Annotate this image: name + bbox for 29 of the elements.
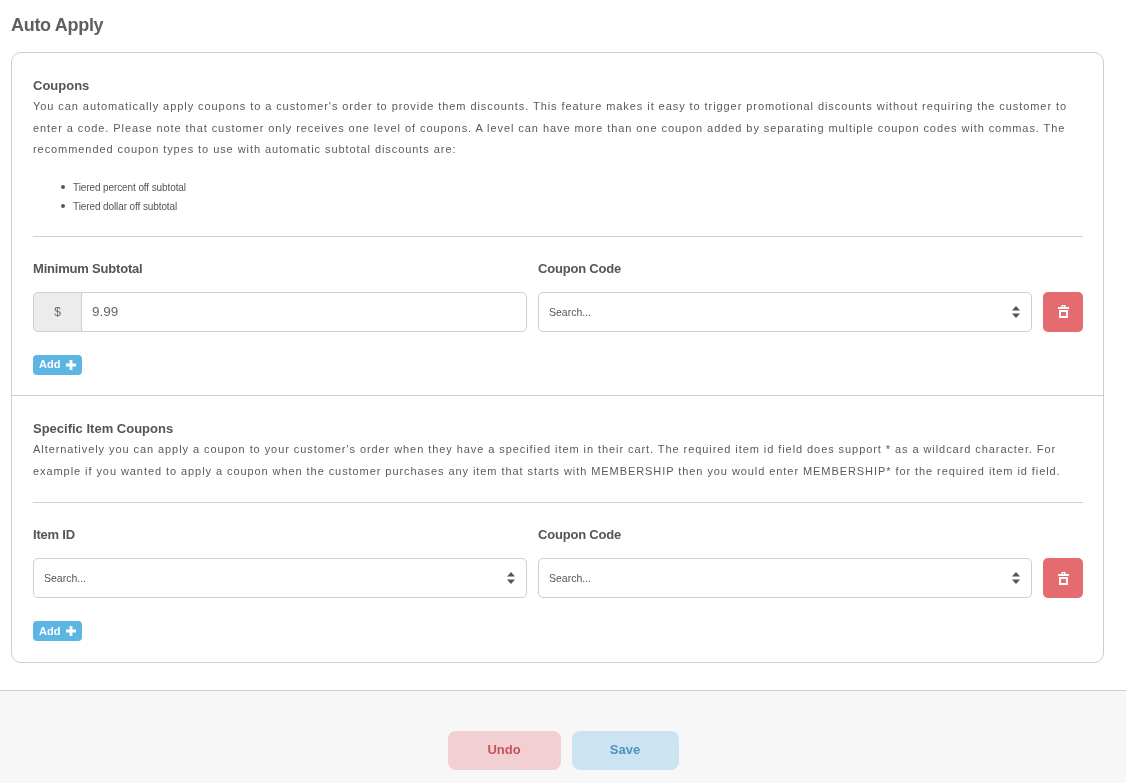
plus-icon: [66, 626, 77, 636]
plus-icon: [66, 359, 77, 370]
section-heading: Specific Item Coupons: [33, 420, 175, 438]
currency-addon: $: [33, 291, 82, 332]
sort-caret-icon: [1012, 305, 1020, 318]
field-label: Minimum Subtotal: [33, 259, 144, 278]
search-select[interactable]: Search...: [538, 291, 1032, 332]
delete-button[interactable]: [1043, 558, 1083, 598]
bullet-item: Tiered percent off subtotal: [73, 180, 186, 195]
section-heading: Coupons: [33, 77, 91, 95]
search-select[interactable]: Search...: [538, 558, 1032, 598]
sort-caret-icon: [1012, 572, 1020, 584]
section-description: You can automatically apply coupons to a customer's order to provide them discounts. This feature makes it easy to trigger promotional discounts without requiring the customer to enter a code. Please note that customer only receives one level of coupons. A level can have more than one coupon added by separating multiple coupon codes with commas. The recommended coupon types to use with automatic subtotal discounts are:: [33, 99, 1069, 157]
bullet-item: Tiered dollar off subtotal: [73, 199, 178, 214]
bullet-icon: [61, 204, 65, 208]
add-button[interactable]: Add: [33, 354, 83, 375]
trash-icon: [1057, 571, 1069, 585]
delete-button[interactable]: [1043, 291, 1083, 332]
page-title: Auto Apply: [11, 14, 104, 36]
search-select[interactable]: Search...: [33, 558, 527, 598]
trash-icon: [1057, 305, 1069, 318]
bullet-icon: [61, 185, 65, 189]
add-button[interactable]: Add: [33, 621, 83, 641]
field-label: Item ID: [33, 526, 76, 544]
field-label: Coupon Code: [538, 526, 622, 544]
section-description: Alternatively you can apply a coupon to your customer's order when they have a specified item in their cart. The required item id field does support * as a wildcard character. For example if you wanted to apply a coupon when the customer purchases any item that starts with MEMBERSHIP then you would enter MEMBERSHIP* for the required item id field.: [33, 442, 1062, 479]
sort-caret-icon: [507, 572, 515, 584]
field-label: Coupon Code: [538, 259, 622, 278]
amount-input[interactable]: 9.99: [81, 291, 527, 332]
